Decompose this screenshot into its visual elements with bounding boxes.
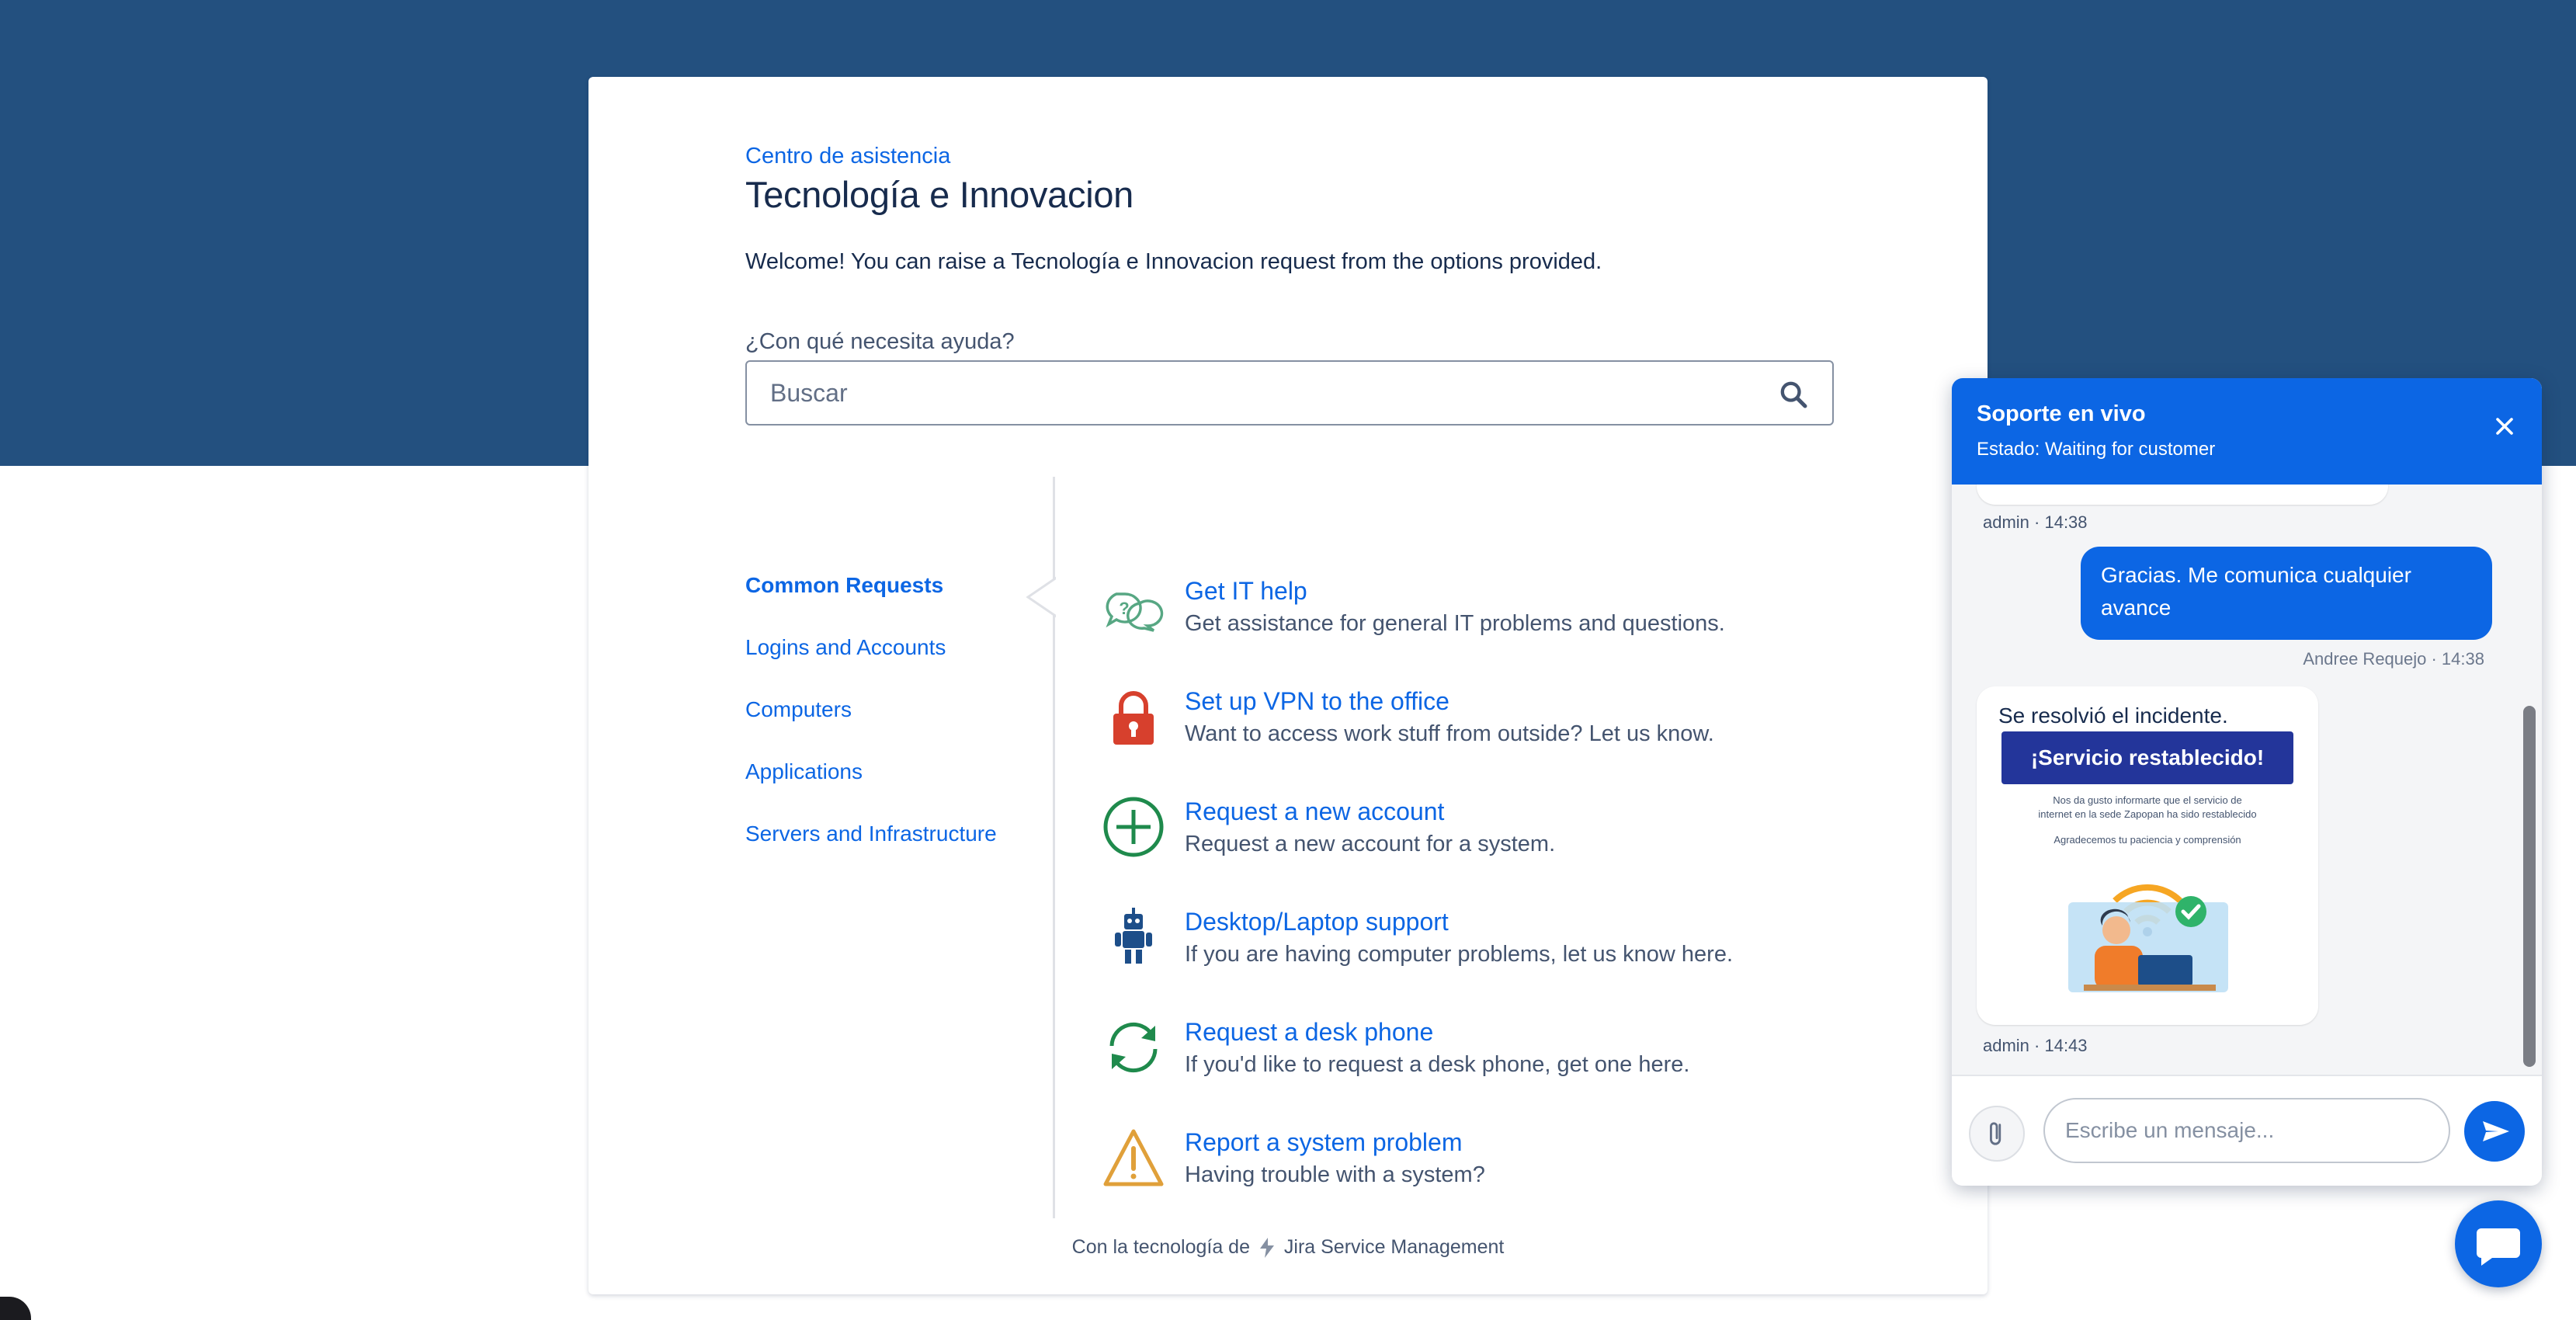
window-corner (0, 1297, 31, 1320)
nav-item-computers[interactable]: Computers (745, 698, 997, 760)
attach-button[interactable] (1969, 1106, 2025, 1162)
search-icon[interactable] (1778, 379, 1809, 410)
request-title[interactable]: Desktop/Laptop support (1185, 908, 1449, 936)
breadcrumb[interactable]: Centro de asistencia (745, 144, 950, 169)
request-type-new-account[interactable]: Request a new account Request a new acco… (1101, 794, 1800, 905)
message-bubble-outgoing: Gracias. Me comunica cualquier avance (2081, 547, 2492, 640)
message-meta: Andree Requejo · 14:38 (2303, 649, 2484, 669)
chat-title: Soporte en vivo (1977, 401, 2146, 426)
search-input[interactable] (770, 378, 1748, 408)
message-text: Se resolvió el incidente. (1998, 703, 2228, 728)
nav-item-logins-accounts[interactable]: Logins and Accounts (745, 636, 997, 698)
refresh-icon (1109, 1022, 1158, 1073)
chat-scrollbar-thumb[interactable] (2523, 706, 2536, 1067)
chat-launcher-button[interactable] (2455, 1200, 2542, 1287)
robot-icon (1115, 908, 1152, 964)
request-type-get-it-help[interactable]: ? Get IT help Get assistance for general… (1101, 574, 1800, 684)
search-box[interactable] (745, 360, 1834, 426)
message-bubble-incoming: Se resolvió el incidente. ¡Servicio rest… (1977, 686, 2318, 1025)
nav-item-common-requests[interactable]: Common Requests (745, 574, 997, 636)
powered-by-footer: Con la tecnología de Jira Service Manage… (588, 1236, 1988, 1259)
active-nav-notch (1026, 574, 1062, 620)
request-title[interactable]: Request a new account (1185, 797, 1444, 826)
request-desc: Want to access work stuff from outside? … (1185, 721, 1714, 746)
send-button[interactable] (2464, 1101, 2525, 1162)
request-desc: Get assistance for general IT problems a… (1185, 611, 1725, 636)
search-label: ¿Con qué necesita ayuda? (745, 329, 1015, 354)
request-title[interactable]: Get IT help (1185, 577, 1307, 606)
request-title[interactable]: Report a system problem (1185, 1128, 1462, 1157)
request-desc: Having trouble with a system? (1185, 1162, 1485, 1187)
request-desc: If you are having computer problems, let… (1185, 942, 1734, 967)
request-title[interactable]: Request a desk phone (1185, 1018, 1433, 1047)
bolt-icon (1259, 1238, 1274, 1259)
warning-icon (1103, 1129, 1164, 1186)
paperclip-icon (1990, 1122, 2001, 1145)
plus-circle-icon (1103, 797, 1164, 857)
chat-messages[interactable]: admin · 14:38 Gracias. Me comunica cualq… (1952, 485, 2542, 1075)
nav-item-servers-infrastructure[interactable]: Servers and Infrastructure (745, 822, 997, 884)
request-category-nav: Common Requests Logins and Accounts Comp… (745, 574, 997, 884)
close-icon[interactable] (2491, 412, 2519, 440)
welcome-text: Welcome! You can raise a Tecnología e In… (745, 249, 1602, 274)
service-restored-illustration (2068, 884, 2228, 992)
chat-composer (1952, 1075, 2542, 1186)
request-desc: Request a new account for a system. (1185, 832, 1556, 856)
request-type-system-problem[interactable]: Report a system problem Having trouble w… (1101, 1125, 1800, 1235)
footer-prefix: Con la tecnología de (1071, 1236, 1250, 1258)
request-desc: If you'd like to request a desk phone, g… (1185, 1052, 1690, 1077)
message-image[interactable]: ¡Servicio restablecido! Nos da gusto inf… (2001, 731, 2293, 995)
chat-icon (2477, 1228, 2520, 1266)
request-type-desk-phone[interactable]: Request a desk phone If you'd like to re… (1101, 1015, 1800, 1125)
live-chat-widget: Soporte en vivo Estado: Waiting for cust… (1952, 378, 2542, 1186)
banner-text: Nos da gusto informarte que el servicio … (2038, 794, 2257, 820)
request-title[interactable]: Set up VPN to the office (1185, 687, 1449, 716)
portal-card: Centro de asistencia Tecnología e Innova… (588, 77, 1988, 1294)
send-icon (2483, 1121, 2509, 1141)
chat-status: Estado: Waiting for customer (1977, 439, 2216, 460)
banner-text: Agradecemos tu paciencia y comprensión (2054, 834, 2241, 846)
nav-item-applications[interactable]: Applications (745, 760, 997, 822)
request-type-desktop-support[interactable]: Desktop/Laptop support If you are having… (1101, 905, 1800, 1015)
lock-icon (1113, 691, 1154, 745)
footer-product-link[interactable]: Jira Service Management (1284, 1236, 1504, 1258)
banner-title: ¡Servicio restablecido! (2001, 731, 2293, 784)
message-bubble-incoming (1977, 485, 2388, 505)
message-meta: admin · 14:43 (1983, 1036, 2088, 1055)
chat-bubbles-icon: ? (1106, 592, 1164, 632)
svg-text:?: ? (1119, 599, 1129, 618)
message-meta: admin · 14:38 (1983, 512, 2088, 532)
request-type-vpn[interactable]: Set up VPN to the office Want to access … (1101, 684, 1800, 794)
message-input[interactable] (2043, 1098, 2450, 1163)
chat-header: Soporte en vivo Estado: Waiting for cust… (1952, 378, 2542, 485)
page-title: Tecnología e Innovacion (745, 174, 1134, 215)
